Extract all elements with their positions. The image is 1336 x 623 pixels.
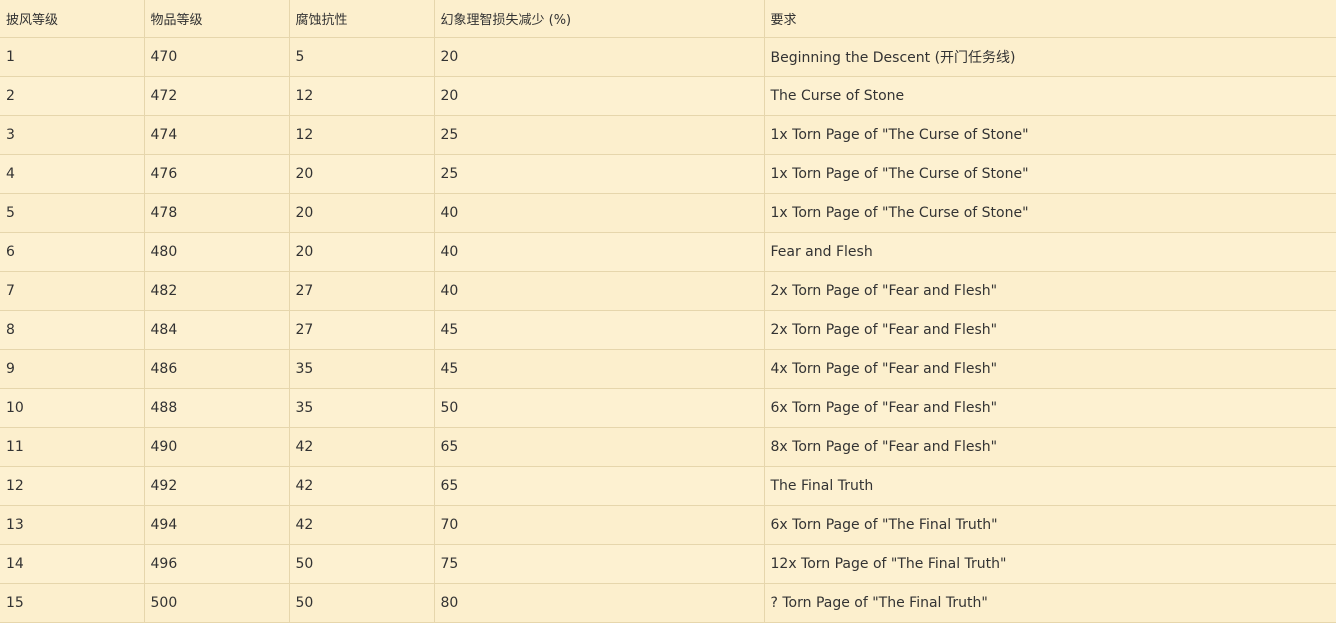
- cell-item-level: 472: [144, 76, 290, 116]
- cell-sanity-loss-reduction: 25: [434, 154, 765, 194]
- table-row: 2 472 12 20 The Curse of Stone: [0, 76, 1336, 116]
- cell-requirement: Beginning the Descent (开门任务线): [764, 37, 1336, 77]
- cell-sanity-loss-reduction: 25: [434, 115, 765, 155]
- cell-item-level: 486: [144, 349, 290, 389]
- cell-sanity-loss-reduction: 40: [434, 271, 765, 311]
- cell-cloak-level: 11: [0, 427, 145, 467]
- table-row: 8 484 27 45 2x Torn Page of "Fear and Flesh": [0, 310, 1336, 350]
- header-row: 披风等级 物品等级 腐蚀抗性 幻象理智损失减少 (%) 要求: [0, 0, 1336, 38]
- table-row: 12 492 42 65 The Final Truth: [0, 466, 1336, 506]
- cell-cloak-level: 2: [0, 76, 145, 116]
- header-cloak-level: 披风等级: [0, 0, 145, 38]
- cell-requirement: 2x Torn Page of "Fear and Flesh": [764, 271, 1336, 311]
- table-body: 1 470 5 20 Beginning the Descent (开门任务线) 2 472…: [0, 37, 1336, 623]
- cell-corruption-resistance: 35: [289, 388, 435, 428]
- cell-corruption-resistance: 20: [289, 193, 435, 233]
- table-row: 1 470 5 20 Beginning the Descent (开门任务线): [0, 37, 1336, 77]
- cell-item-level: 476: [144, 154, 290, 194]
- cloak-level-table: 披风等级 物品等级 腐蚀抗性 幻象理智损失减少 (%) 要求 1 470 5 20 Be…: [0, 0, 1336, 623]
- cell-sanity-loss-reduction: 40: [434, 232, 765, 272]
- cell-sanity-loss-reduction: 70: [434, 505, 765, 545]
- cell-cloak-level: 15: [0, 583, 145, 623]
- cell-corruption-resistance: 27: [289, 271, 435, 311]
- cell-corruption-resistance: 35: [289, 349, 435, 389]
- cell-item-level: 480: [144, 232, 290, 272]
- cell-item-level: 492: [144, 466, 290, 506]
- cell-requirement: The Curse of Stone: [764, 76, 1336, 116]
- header-requirement: 要求: [764, 0, 1336, 38]
- cell-item-level: 470: [144, 37, 290, 77]
- cell-sanity-loss-reduction: 80: [434, 583, 765, 623]
- cell-corruption-resistance: 42: [289, 505, 435, 545]
- cell-item-level: 500: [144, 583, 290, 623]
- cell-corruption-resistance: 12: [289, 115, 435, 155]
- cell-item-level: 482: [144, 271, 290, 311]
- cell-requirement: 4x Torn Page of "Fear and Flesh": [764, 349, 1336, 389]
- cell-corruption-resistance: 50: [289, 583, 435, 623]
- cell-sanity-loss-reduction: 20: [434, 76, 765, 116]
- cell-cloak-level: 7: [0, 271, 145, 311]
- table-row: 9 486 35 45 4x Torn Page of "Fear and Flesh": [0, 349, 1336, 389]
- table-row: 7 482 27 40 2x Torn Page of "Fear and Flesh": [0, 271, 1336, 311]
- cell-cloak-level: 6: [0, 232, 145, 272]
- cell-cloak-level: 9: [0, 349, 145, 389]
- cell-requirement: 1x Torn Page of "The Curse of Stone": [764, 154, 1336, 194]
- cell-requirement: 2x Torn Page of "Fear and Flesh": [764, 310, 1336, 350]
- table-row: 14 496 50 75 12x Torn Page of "The Final Tru…: [0, 544, 1336, 584]
- table-header: 披风等级 物品等级 腐蚀抗性 幻象理智损失减少 (%) 要求: [0, 0, 1336, 38]
- cell-cloak-level: 14: [0, 544, 145, 584]
- table-row: 4 476 20 25 1x Torn Page of "The Curse of St…: [0, 154, 1336, 194]
- cell-cloak-level: 10: [0, 388, 145, 428]
- cell-corruption-resistance: 20: [289, 154, 435, 194]
- table-row: 5 478 20 40 1x Torn Page of "The Curse of St…: [0, 193, 1336, 233]
- cell-cloak-level: 13: [0, 505, 145, 545]
- cell-item-level: 490: [144, 427, 290, 467]
- cell-corruption-resistance: 5: [289, 37, 435, 77]
- cell-requirement: 1x Torn Page of "The Curse of Stone": [764, 193, 1336, 233]
- cell-cloak-level: 4: [0, 154, 145, 194]
- header-item-level: 物品等级: [144, 0, 290, 38]
- cell-requirement: Fear and Flesh: [764, 232, 1336, 272]
- cell-sanity-loss-reduction: 45: [434, 349, 765, 389]
- cell-sanity-loss-reduction: 40: [434, 193, 765, 233]
- table-row: 6 480 20 40 Fear and Flesh: [0, 232, 1336, 272]
- header-corruption-resistance: 腐蚀抗性: [289, 0, 435, 38]
- cell-item-level: 474: [144, 115, 290, 155]
- cell-sanity-loss-reduction: 65: [434, 466, 765, 506]
- cell-corruption-resistance: 42: [289, 466, 435, 506]
- table-row: 11 490 42 65 8x Torn Page of "Fear and Flesh…: [0, 427, 1336, 467]
- cell-corruption-resistance: 12: [289, 76, 435, 116]
- cell-requirement: 6x Torn Page of "The Final Truth": [764, 505, 1336, 545]
- cell-requirement: 8x Torn Page of "Fear and Flesh": [764, 427, 1336, 467]
- header-sanity-loss-reduction: 幻象理智损失减少 (%): [434, 0, 765, 38]
- cell-item-level: 496: [144, 544, 290, 584]
- cell-requirement: The Final Truth: [764, 466, 1336, 506]
- cell-item-level: 494: [144, 505, 290, 545]
- cell-cloak-level: 12: [0, 466, 145, 506]
- cell-sanity-loss-reduction: 75: [434, 544, 765, 584]
- cell-cloak-level: 1: [0, 37, 145, 77]
- table-row: 3 474 12 25 1x Torn Page of "The Curse of St…: [0, 115, 1336, 155]
- cell-sanity-loss-reduction: 20: [434, 37, 765, 77]
- cell-requirement: 6x Torn Page of "Fear and Flesh": [764, 388, 1336, 428]
- cell-corruption-resistance: 50: [289, 544, 435, 584]
- cell-requirement: ? Torn Page of "The Final Truth": [764, 583, 1336, 623]
- cell-corruption-resistance: 27: [289, 310, 435, 350]
- cell-item-level: 484: [144, 310, 290, 350]
- cell-cloak-level: 8: [0, 310, 145, 350]
- cell-item-level: 478: [144, 193, 290, 233]
- table-row: 15 500 50 80? Torn Page of "The Final Truth…: [0, 583, 1336, 623]
- table-row: 13 494 42 70 6x Torn Page of "The Final Trut…: [0, 505, 1336, 545]
- cell-corruption-resistance: 20: [289, 232, 435, 272]
- cell-cloak-level: 3: [0, 115, 145, 155]
- cell-requirement: 12x Torn Page of "The Final Truth": [764, 544, 1336, 584]
- cell-item-level: 488: [144, 388, 290, 428]
- cell-sanity-loss-reduction: 65: [434, 427, 765, 467]
- table-row: 10 488 35 50 6x Torn Page of "Fear and Flesh…: [0, 388, 1336, 428]
- cell-sanity-loss-reduction: 50: [434, 388, 765, 428]
- cell-sanity-loss-reduction: 45: [434, 310, 765, 350]
- cell-corruption-resistance: 42: [289, 427, 435, 467]
- cell-requirement: 1x Torn Page of "The Curse of Stone": [764, 115, 1336, 155]
- cell-cloak-level: 5: [0, 193, 145, 233]
